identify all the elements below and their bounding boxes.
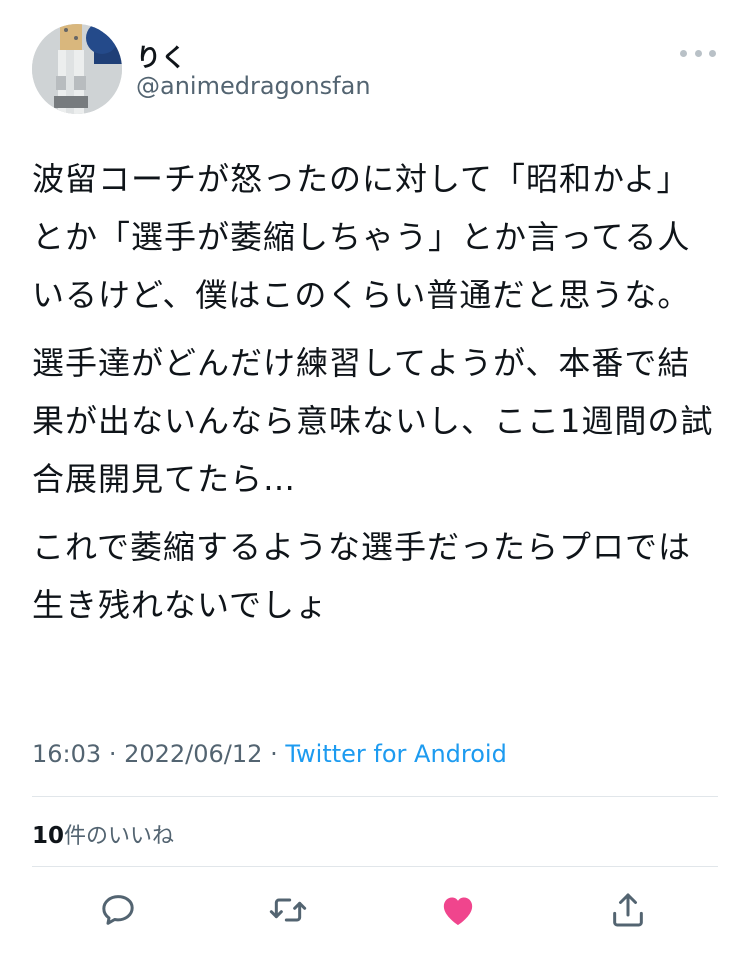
- divider: [32, 866, 718, 867]
- likes-stat[interactable]: 10件のいいね: [32, 818, 174, 850]
- reply-button[interactable]: [96, 888, 140, 932]
- like-button[interactable]: [436, 888, 480, 932]
- dot: [709, 49, 716, 57]
- avatar[interactable]: [32, 24, 122, 114]
- tweet-actions-bar: [0, 882, 750, 938]
- more-options-icon[interactable]: [680, 40, 716, 66]
- tweet-source-link[interactable]: Twitter for Android: [285, 740, 506, 768]
- tweet-paragraph: これで萎縮するような選手だったらプロでは生き残れないでしょ: [32, 528, 692, 624]
- tweet-paragraph: 波留コーチが怒ったのに対して「昭和かよ」とか「選手が萎縮しちゃう」とか言ってる人…: [32, 160, 691, 314]
- share-button[interactable]: [606, 888, 650, 932]
- user-handle[interactable]: @animedragonsfan: [136, 72, 371, 100]
- tweet-paragraph: 選手達がどんだけ練習してようが、本番で結果が出ないんなら意味ないし、ここ1週間の…: [32, 344, 714, 498]
- retweet-button[interactable]: [266, 888, 310, 932]
- dot: [680, 49, 687, 57]
- reply-icon: [102, 895, 134, 925]
- divider: [32, 796, 718, 797]
- tweet-metadata: 16:03 · 2022/06/12 · Twitter for Android: [32, 740, 507, 768]
- likes-count: 10: [32, 823, 65, 849]
- separator: ·: [108, 740, 117, 768]
- separator: ·: [270, 740, 278, 768]
- guitar-avatar-image: [32, 24, 122, 114]
- tweet-date[interactable]: 2022/06/12: [124, 740, 262, 768]
- tweet-text: 波留コーチが怒ったのに対して「昭和かよ」とか「選手が萎縮しちゃう」とか言ってる人…: [32, 150, 722, 644]
- likes-label: 件のいいね: [64, 824, 175, 849]
- tweet-time[interactable]: 16:03: [32, 740, 101, 768]
- retweet-icon: [269, 898, 307, 922]
- display-name[interactable]: りく: [136, 38, 186, 74]
- share-icon: [613, 893, 643, 927]
- heart-icon: [443, 897, 473, 925]
- dot: [694, 49, 702, 57]
